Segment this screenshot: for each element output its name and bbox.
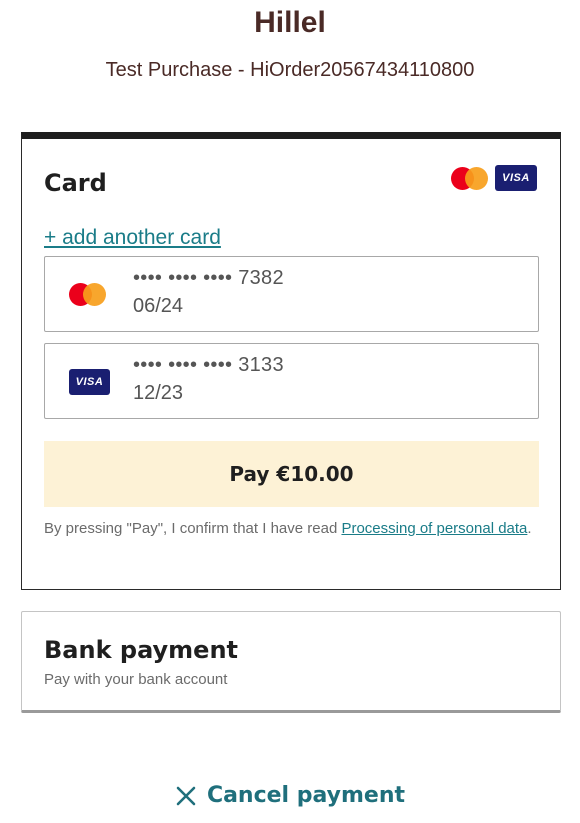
- card-expiry: 06/24: [133, 295, 184, 317]
- visa-icon: VISA: [495, 165, 537, 191]
- card-expiry: 12/23: [133, 382, 184, 404]
- pay-button[interactable]: Pay €10.00: [44, 441, 539, 507]
- card-masked-number: •••• •••• •••• 3133: [133, 354, 284, 376]
- saved-card-mastercard[interactable]: •••• •••• •••• 7382 06/24: [44, 256, 539, 332]
- card-section-title: Card: [44, 169, 107, 197]
- bank-payment-title: Bank payment: [44, 636, 239, 664]
- card-payment-panel: Card VISA + add another card •••• •••• •…: [21, 132, 561, 590]
- payment-page: Hillel Test Purchase - HiOrder2056743411…: [0, 0, 580, 823]
- visa-icon: VISA: [69, 369, 110, 395]
- bank-payment-subtitle: Pay with your bank account: [44, 671, 228, 688]
- saved-card-visa[interactable]: VISA •••• •••• •••• 3133 12/23: [44, 343, 539, 419]
- close-icon: [176, 786, 196, 805]
- card-masked-number: •••• •••• •••• 7382: [133, 267, 284, 289]
- consent-text: By pressing "Pay", I confirm that I have…: [44, 520, 532, 537]
- accepted-card-brands: VISA: [451, 165, 537, 191]
- mastercard-icon: [451, 166, 489, 190]
- add-another-card-link[interactable]: + add another card: [44, 226, 221, 250]
- order-description: Test Purchase - HiOrder20567434110800: [105, 59, 475, 81]
- bank-payment-option[interactable]: Bank payment Pay with your bank account: [21, 611, 561, 713]
- processing-personal-data-link[interactable]: Processing of personal data: [341, 520, 527, 537]
- mastercard-icon: [69, 282, 106, 306]
- merchant-name: Hillel: [254, 6, 326, 39]
- cancel-payment-label: Cancel payment: [206, 783, 406, 808]
- cancel-payment-button[interactable]: Cancel payment: [0, 783, 580, 808]
